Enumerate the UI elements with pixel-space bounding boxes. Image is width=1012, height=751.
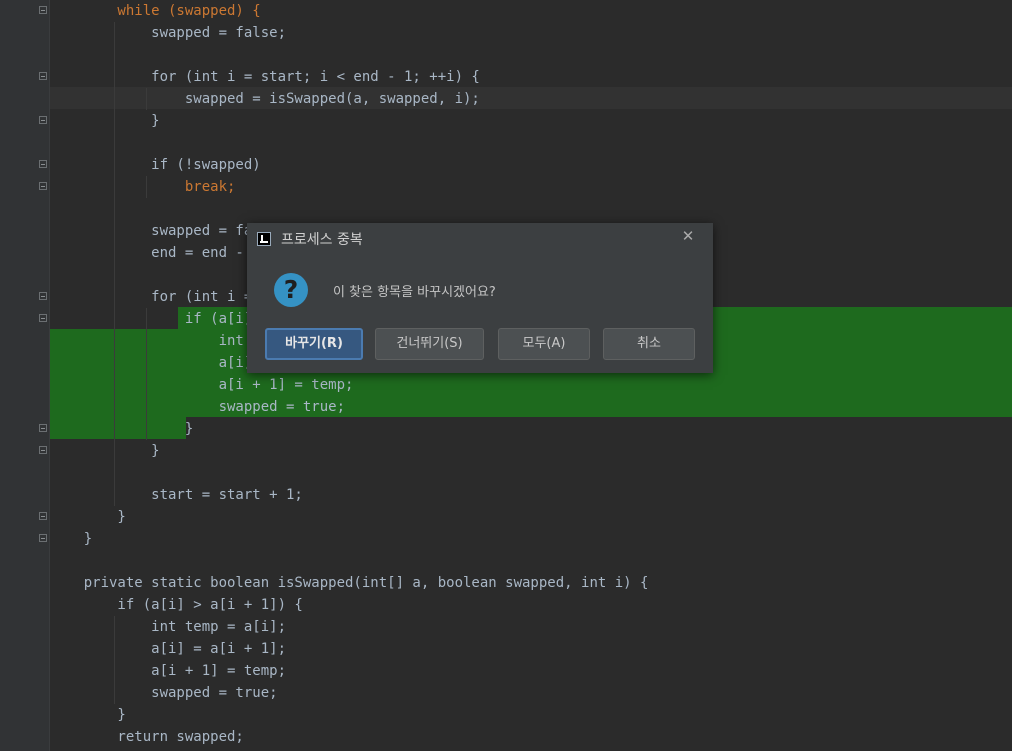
- skip-button[interactable]: 건너뛰기(S): [375, 328, 484, 360]
- close-icon[interactable]: ✕: [680, 228, 696, 244]
- code-editor[interactable]: while (swapped) { swapped = false; for (…: [50, 0, 1012, 751]
- code-line: }: [50, 531, 93, 547]
- code-line: a[i]: [50, 355, 261, 371]
- fold-marker-icon[interactable]: [39, 72, 47, 80]
- code-line: if (!swapped): [50, 157, 261, 173]
- code-line: for (int i =: [50, 289, 261, 305]
- code-line: a[i] = a[i + 1];: [50, 641, 287, 657]
- fold-marker-icon[interactable]: [39, 116, 47, 124]
- code-line: swapped = true;: [50, 399, 346, 415]
- replace-all-button[interactable]: 모두(A): [498, 328, 590, 360]
- code-line: if (a[i]: [50, 311, 261, 327]
- fold-marker-icon[interactable]: [39, 446, 47, 454]
- dialog-message: 이 찾은 항목을 바꾸시겠어요?: [333, 285, 496, 300]
- code-line: a[i + 1] = temp;: [50, 377, 354, 393]
- fold-marker-icon[interactable]: [39, 6, 47, 14]
- code-line: }: [50, 707, 126, 723]
- code-line: end = end - 1: [50, 245, 261, 261]
- replace-button[interactable]: 바꾸기(R): [265, 328, 363, 360]
- code-line: int t: [50, 333, 261, 349]
- fold-marker-icon[interactable]: [39, 160, 47, 168]
- dialog-title: 프로세스 중복: [281, 232, 363, 248]
- fold-marker-icon[interactable]: [39, 424, 47, 432]
- code-line: }: [50, 421, 194, 437]
- code-line: a[i + 1] = temp;: [50, 663, 287, 679]
- fold-marker-icon[interactable]: [39, 534, 47, 542]
- code-line: swapped = true;: [50, 685, 278, 701]
- code-line: swapped = isSwapped(a, swapped, i);: [50, 91, 480, 107]
- fold-marker-icon[interactable]: [39, 512, 47, 520]
- code-line: for (int i = start; i < end - 1; ++i) {: [50, 69, 480, 85]
- code-line: private static boolean isSwapped(int[] a…: [50, 575, 649, 591]
- editor-gutter: [0, 0, 50, 751]
- code-line: }: [50, 509, 126, 525]
- fold-marker-icon[interactable]: [39, 292, 47, 300]
- code-line: }: [50, 113, 160, 129]
- question-icon: ?: [274, 273, 308, 307]
- replace-confirm-dialog: 프로세스 중복 ✕ ? 이 찾은 항목을 바꾸시겠어요? 바꾸기(R) 건너뛰기…: [247, 223, 713, 373]
- fold-marker-icon[interactable]: [39, 314, 47, 322]
- cancel-button[interactable]: 취소: [603, 328, 695, 360]
- code-line: break;: [50, 179, 236, 195]
- code-line: return swapped;: [50, 729, 244, 745]
- code-line: swapped = false;: [50, 25, 287, 41]
- code-line: while (swapped) {: [50, 3, 261, 19]
- code-line: if (a[i] > a[i + 1]) {: [50, 597, 303, 613]
- fold-marker-icon[interactable]: [39, 182, 47, 190]
- code-line: start = start + 1;: [50, 487, 303, 503]
- code-line: swapped = fal: [50, 223, 261, 239]
- code-line: int temp = a[i];: [50, 619, 287, 635]
- code-line: }: [50, 443, 160, 459]
- intellij-logo-icon: [257, 232, 271, 246]
